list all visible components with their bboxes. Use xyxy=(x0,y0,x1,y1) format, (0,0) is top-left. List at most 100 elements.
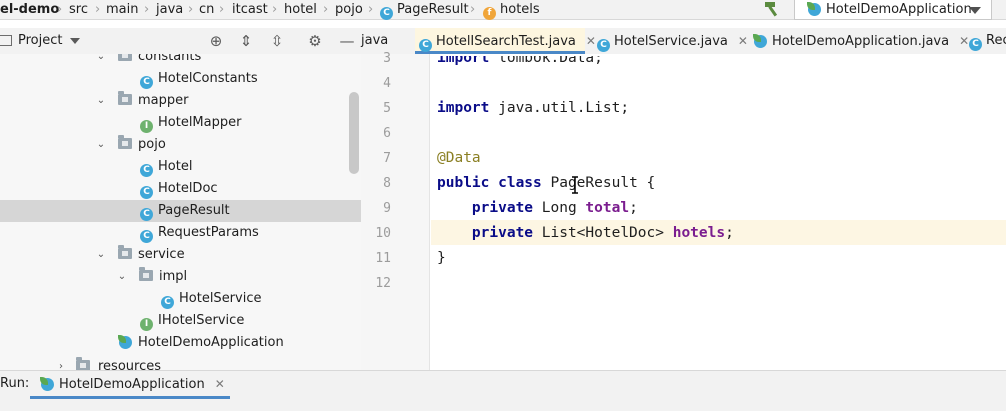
tree-label: RequestParams xyxy=(158,225,259,240)
locate-crosshair-icon[interactable]: ⊕ xyxy=(207,32,225,50)
package-folder-icon xyxy=(118,90,132,112)
code-text: ; xyxy=(629,200,638,216)
class-icon: C xyxy=(597,39,610,52)
chevron-right-icon: › xyxy=(272,2,278,17)
code-line-8: public class PageResult { xyxy=(437,171,655,196)
tree-item-requestparams[interactable]: C RequestParams xyxy=(0,222,361,244)
tree-item-hotel[interactable]: C Hotel xyxy=(0,156,361,178)
caret-down-icon[interactable] xyxy=(70,38,80,44)
tree-folder-mapper[interactable]: ⌄ mapper xyxy=(0,90,361,112)
expand-all-icon[interactable]: ⇕ xyxy=(237,32,255,50)
tree-folder-constants[interactable]: ⌄ constants xyxy=(0,54,361,68)
breadcrumb-cn[interactable]: cn xyxy=(199,1,214,19)
tree-item-ihotelservice[interactable]: I IHotelService xyxy=(0,310,361,332)
breadcrumb-hotel[interactable]: hotel xyxy=(284,1,317,19)
chevron-down-icon[interactable]: ⌄ xyxy=(96,96,106,106)
line-number: 12 xyxy=(375,276,391,291)
resources-folder-icon xyxy=(76,356,90,370)
tree-label: HotelMapper xyxy=(158,115,242,130)
class-icon: C xyxy=(161,288,178,310)
spring-app-icon xyxy=(118,332,137,354)
tree-folder-pojo[interactable]: ⌄ pojo xyxy=(0,134,361,156)
code-keyword: public class xyxy=(437,175,542,191)
tree-label: service xyxy=(138,247,185,262)
tab-hoteldemoapplication[interactable]: HotelDemoApplication.java ✕ xyxy=(753,28,969,54)
class-icon: C xyxy=(380,7,393,20)
tab-label: HotelDemoApplication.java xyxy=(772,34,950,49)
chevron-right-icon: › xyxy=(219,2,225,17)
caret-down-icon xyxy=(969,7,981,14)
chevron-down-icon[interactable]: ⌄ xyxy=(96,250,106,260)
tree-item-hotelservice[interactable]: C HotelService xyxy=(0,288,361,310)
run-configuration-selector[interactable]: HotelDemoApplication xyxy=(794,0,992,20)
code-line-11: } xyxy=(437,250,446,266)
spring-app-icon xyxy=(40,377,54,391)
project-folder-icon xyxy=(0,35,12,46)
interface-icon: I xyxy=(140,112,157,134)
chevron-right-icon: › xyxy=(368,2,374,17)
breadcrumb-src[interactable]: src xyxy=(69,1,88,19)
breadcrumb-itcast[interactable]: itcast xyxy=(232,1,268,19)
close-icon[interactable]: ✕ xyxy=(738,34,748,48)
run-tool-window-bar: Run: HotelDemoApplication ✕ xyxy=(0,370,1006,411)
code-keyword: private xyxy=(471,225,534,241)
close-icon[interactable]: ✕ xyxy=(215,377,225,391)
tree-label: resources xyxy=(98,359,162,370)
breadcrumb-hotels[interactable]: f hotels xyxy=(483,1,540,20)
tree-item-hoteldoc[interactable]: C HotelDoc xyxy=(0,178,361,200)
tree-scrollbar[interactable] xyxy=(349,92,359,174)
tree-folder-resources[interactable]: › resources xyxy=(0,356,361,370)
class-icon: C xyxy=(140,178,157,200)
package-folder-icon xyxy=(118,134,132,156)
tree-item-pageresult[interactable]: C PageResult xyxy=(0,200,361,222)
minimize-icon[interactable]: — xyxy=(338,32,356,50)
chevron-right-icon[interactable]: › xyxy=(56,362,66,371)
collapse-all-icon[interactable]: ⇳ xyxy=(268,32,286,50)
interface-icon: I xyxy=(140,310,157,332)
gear-icon[interactable]: ⚙ xyxy=(306,32,324,50)
code-type: List<HotelDoc> xyxy=(533,225,673,241)
run-label: Run: xyxy=(0,376,30,391)
tree-label: pojo xyxy=(138,137,166,152)
tree-folder-impl[interactable]: ⌄ impl xyxy=(0,266,361,288)
tree-label: HotelService xyxy=(179,291,262,306)
tree-item-hotelmapper[interactable]: I HotelMapper xyxy=(0,112,361,134)
close-icon[interactable]: ✕ xyxy=(959,34,969,48)
chevron-down-icon[interactable]: ⌄ xyxy=(96,54,106,62)
tab-hotelservice[interactable]: C HotelService.java ✕ xyxy=(597,28,748,54)
build-hammer-icon[interactable] xyxy=(762,0,782,18)
breadcrumb-pageresult[interactable]: C PageResult xyxy=(380,1,469,20)
breadcrumb-main[interactable]: main xyxy=(106,1,138,19)
breadcrumb-pageresult-label: PageResult xyxy=(397,2,469,17)
chevron-right-icon: › xyxy=(57,2,63,17)
line-number: 9 xyxy=(383,201,391,216)
code-field: total xyxy=(585,200,630,216)
tree-label: constants xyxy=(138,54,202,64)
tab-label: HotelISearchTest.java xyxy=(436,34,576,49)
tab-rec-truncated[interactable]: C Rec xyxy=(969,28,1006,54)
run-toolbar xyxy=(0,403,1006,411)
tree-folder-service[interactable]: ⌄ service xyxy=(0,244,361,266)
tree-label: mapper xyxy=(138,93,189,108)
code-line-7: @Data xyxy=(437,150,481,166)
chevron-down-icon[interactable]: ⌄ xyxy=(117,272,127,282)
code-line-9: private Long total; xyxy=(437,196,638,221)
run-tab-hoteldemoapplication[interactable]: HotelDemoApplication ✕ xyxy=(30,371,230,399)
chevron-down-icon[interactable]: ⌄ xyxy=(96,140,106,150)
test-class-icon: C xyxy=(419,39,432,52)
package-folder-icon xyxy=(118,54,132,68)
project-tree: ⌄ constants C HotelConstants ⌄ mapper I … xyxy=(0,54,361,370)
project-view-title[interactable]: Project xyxy=(18,33,62,48)
tab-hotelisearchtest[interactable]: C HotelISearchTest.java ✕ xyxy=(415,28,596,54)
navigation-bar: el-demo › src › main › java › cn › itcas… xyxy=(0,0,1006,20)
tree-item-hotelconstants[interactable]: C HotelConstants xyxy=(0,68,361,90)
code-keyword: private xyxy=(471,200,534,216)
tree-label: Hotel xyxy=(158,159,193,174)
breadcrumb-project[interactable]: el-demo xyxy=(0,1,59,19)
tab-label: Rec xyxy=(986,33,1006,48)
class-icon: C xyxy=(140,222,157,244)
breadcrumb-pojo[interactable]: pojo xyxy=(335,1,363,19)
breadcrumb-java[interactable]: java xyxy=(156,1,183,19)
close-icon[interactable]: ✕ xyxy=(586,34,596,48)
tree-item-hoteldemoapplication[interactable]: HotelDemoApplication xyxy=(0,332,361,354)
